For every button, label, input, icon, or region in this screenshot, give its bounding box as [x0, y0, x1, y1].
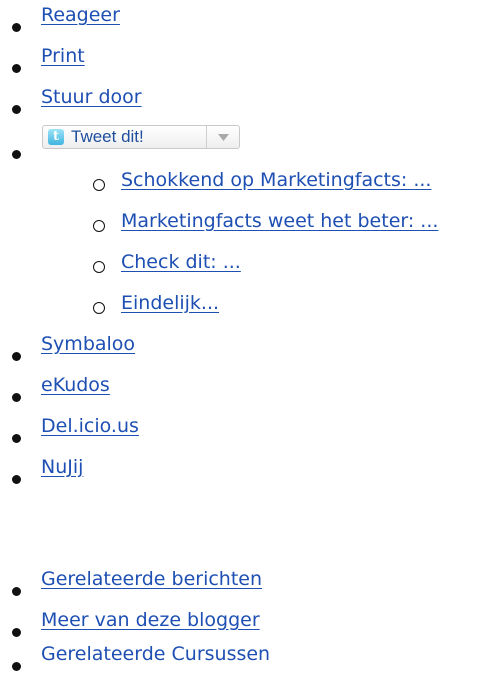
bullet-icon: [12, 475, 21, 484]
bullet-icon: [12, 628, 21, 637]
tweet-option-schokkend[interactable]: Schokkend op Marketingfacts: ...: [121, 169, 431, 191]
tweet-dropdown-toggle[interactable]: [207, 126, 239, 148]
delicious-link[interactable]: Del.icio.us: [41, 415, 139, 437]
tweet-button-label: Tweet dit!: [71, 127, 144, 146]
bullet-icon: [12, 352, 21, 361]
circle-bullet-icon: [93, 220, 105, 232]
symbaloo-link[interactable]: Symbaloo: [41, 333, 135, 355]
meer-van-deze-blogger-link[interactable]: Meer van deze blogger: [41, 609, 260, 631]
bullet-icon: [12, 150, 21, 159]
circle-bullet-icon: [93, 302, 105, 314]
bullet-icon: [12, 587, 21, 596]
bullet-icon: [12, 105, 21, 114]
tweet-option-weet-beter[interactable]: Marketingfacts weet het beter: ...: [121, 210, 438, 232]
ekudos-link[interactable]: eKudos: [41, 374, 110, 396]
tweet-option-check-dit[interactable]: Check dit: ...: [121, 251, 241, 273]
nujij-link[interactable]: NuJij: [41, 456, 83, 478]
gerelateerde-cursussen-label: Gerelateerde Cursussen: [41, 643, 271, 665]
reageer-link[interactable]: Reageer: [41, 4, 120, 26]
bullet-icon: [12, 434, 21, 443]
tweet-button[interactable]: t Tweet dit!: [42, 125, 240, 149]
bullet-icon: [12, 393, 21, 402]
tweet-option-eindelijk[interactable]: Eindelijk...: [121, 292, 219, 314]
stuur-door-link[interactable]: Stuur door: [41, 86, 142, 108]
bullet-icon: [12, 23, 21, 32]
tweet-main-button[interactable]: t Tweet dit!: [43, 126, 207, 148]
gerelateerde-berichten-link[interactable]: Gerelateerde berichten: [41, 568, 262, 590]
bullet-icon: [12, 64, 21, 73]
circle-bullet-icon: [93, 261, 105, 273]
print-link[interactable]: Print: [41, 45, 85, 67]
chevron-down-icon: [217, 133, 229, 141]
twitter-logo-icon: t: [48, 129, 64, 145]
circle-bullet-icon: [93, 179, 105, 191]
